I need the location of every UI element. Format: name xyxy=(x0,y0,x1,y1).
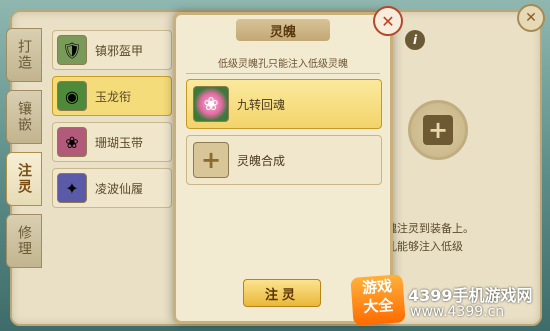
plus-icon: + xyxy=(193,142,229,178)
boots-icon: ✦ xyxy=(57,173,87,203)
equipment-name: 镇邪盔甲 xyxy=(95,43,144,58)
belt-icon: ❀ xyxy=(57,127,87,157)
watermark-badge-line2: 大全 xyxy=(362,295,395,317)
equipment-name: 玉龙衔 xyxy=(95,89,132,104)
equipment-item-helmet[interactable]: 🛡 镇邪盔甲 xyxy=(52,30,172,70)
popup-hint: 低级灵魄孔只能注入低级灵魄 xyxy=(218,59,348,70)
tab-soul-inject[interactable]: 注灵 xyxy=(6,152,42,206)
tab-repair[interactable]: 修理 xyxy=(6,214,42,268)
soul-slot[interactable]: + xyxy=(408,100,468,160)
armor-icon: 🛡 xyxy=(57,35,87,65)
equipment-list: 🛡 镇邪盔甲 ◉ 玉龙衔 ❀ 珊瑚玉带 ✦ 凌波仙履 xyxy=(52,30,172,230)
inject-panel: i + 灵魂注灵到装备上。 级孔能够注入低级 xyxy=(375,30,525,260)
option-soul-item[interactable]: ❀ 九转回魂 xyxy=(186,79,382,129)
popup-title: 灵魄 xyxy=(236,19,330,41)
equipment-name: 凌波仙履 xyxy=(95,181,144,196)
divider xyxy=(186,73,380,74)
plus-icon: + xyxy=(423,115,453,145)
inject-button[interactable]: 注灵 xyxy=(243,279,321,307)
equipment-item-jade-dragon[interactable]: ◉ 玉龙衔 xyxy=(52,76,172,116)
option-label: 灵魄合成 xyxy=(237,153,286,168)
watermark-title: 4399手机游戏网 xyxy=(408,286,533,305)
equipment-name: 珊瑚玉带 xyxy=(95,135,144,150)
desc-line-2: 级孔能够注入低级 xyxy=(375,240,463,253)
popup-close-button[interactable]: ✕ xyxy=(373,6,403,36)
equipment-item-boots[interactable]: ✦ 凌波仙履 xyxy=(52,168,172,208)
desc-line-1: 灵魂注灵到装备上。 xyxy=(375,222,474,235)
option-label: 九转回魂 xyxy=(237,97,286,112)
option-soul-synthesis[interactable]: + 灵魄合成 xyxy=(186,135,382,185)
tab-forge[interactable]: 打造 xyxy=(6,28,42,82)
equipment-item-coral-belt[interactable]: ❀ 珊瑚玉带 xyxy=(52,122,172,162)
main-close-button[interactable]: ✕ xyxy=(517,4,545,32)
side-tabs: 打造 镶嵌 注灵 修理 xyxy=(6,28,42,276)
watermark: 游戏 大全 4399手机游戏网 www.4399.cn xyxy=(350,272,550,331)
watermark-badge: 游戏 大全 xyxy=(350,274,406,326)
info-icon[interactable]: i xyxy=(405,30,425,50)
tab-inlay[interactable]: 镶嵌 xyxy=(6,90,42,144)
description: 灵魂注灵到装备上。 级孔能够注入低级 xyxy=(375,220,525,256)
lotus-soul-icon: ❀ xyxy=(193,86,229,122)
jade-dragon-icon: ◉ xyxy=(57,81,87,111)
watermark-url: www.4399.cn xyxy=(410,304,505,320)
